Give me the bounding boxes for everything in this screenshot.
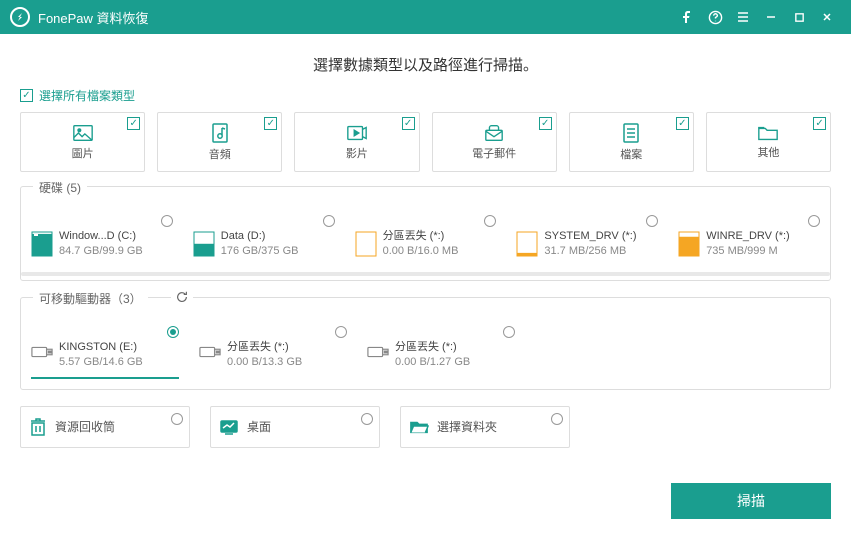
radio-icon [323,215,335,227]
disk-name: 分區丟失 (*:) [383,229,459,244]
disk-drive-2[interactable]: 分區丟失 (*:)0.00 B/16.0 MB [355,215,497,266]
type-icon [757,124,779,142]
disk-icon [355,231,377,257]
drive-name: 分區丟失 (*:) [227,340,302,355]
disk-icon [31,231,53,257]
drive-size: 0.00 B/13.3 GB [227,355,302,370]
drive-name: 分區丟失 (*:) [395,340,470,355]
location-label: 桌面 [247,418,271,435]
type-card-0[interactable]: 圖片 [20,112,145,172]
select-all-checkbox[interactable]: 選擇所有檔案類型 [20,87,831,104]
location-icon [409,419,429,435]
location-icon [29,417,47,437]
location-0[interactable]: 資源回收筒 [20,406,190,448]
checkbox-icon [539,117,552,130]
type-icon [346,123,368,143]
type-label: 圖片 [72,145,94,161]
location-label: 資源回收筒 [55,418,115,435]
removable-legend: 可移動驅動器（3） [33,290,148,307]
type-icon [622,122,640,144]
disk-size: 84.7 GB/99.9 GB [59,244,143,259]
disk-drive-4[interactable]: WINRE_DRV (*:)735 MB/999 M [678,215,820,266]
app-logo-icon [10,7,30,27]
radio-icon [646,215,658,227]
disk-icon [678,231,700,257]
radio-icon [171,413,183,425]
usb-icon [367,342,389,368]
removable-drive-1[interactable]: 分區丟失 (*:)0.00 B/13.3 GB [199,326,347,379]
disk-name: Window...D (C:) [59,229,143,244]
drive-size: 0.00 B/1.27 GB [395,355,470,370]
checkbox-icon [264,117,277,130]
type-label: 影片 [346,145,368,161]
scan-button[interactable]: 掃描 [671,483,831,519]
radio-icon [361,413,373,425]
type-card-1[interactable]: 音頻 [157,112,282,172]
type-icon [72,123,94,143]
radio-icon [484,215,496,227]
type-label: 電子郵件 [472,145,516,161]
app-title: FonePaw 資料恢復 [38,8,673,27]
radio-icon [808,215,820,227]
close-button[interactable] [813,3,841,31]
removable-drive-0[interactable]: KINGSTON (E:)5.57 GB/14.6 GB [31,326,179,379]
disk-size: 0.00 B/16.0 MB [383,244,459,259]
disk-size: 176 GB/375 GB [221,244,299,259]
type-card-2[interactable]: 影片 [294,112,419,172]
disk-size: 31.7 MB/256 MB [544,244,636,259]
type-card-4[interactable]: 檔案 [569,112,694,172]
removable-drive-2[interactable]: 分區丟失 (*:)0.00 B/1.27 GB [367,326,515,379]
scrollbar[interactable] [21,272,830,276]
location-label: 選擇資料夾 [437,418,497,435]
help-icon[interactable] [701,3,729,31]
disk-icon [193,231,215,257]
location-icon [219,419,239,435]
checkbox-icon [127,117,140,130]
disk-name: SYSTEM_DRV (*:) [544,229,636,244]
radio-icon [503,326,515,338]
menu-icon[interactable] [729,3,757,31]
type-label: 其他 [757,144,779,160]
checkbox-icon [813,117,826,130]
usb-icon [31,342,53,368]
disk-drive-0[interactable]: Window...D (C:)84.7 GB/99.9 GB [31,215,173,266]
checkbox-icon [676,117,689,130]
disk-name: Data (D:) [221,229,299,244]
refresh-icon[interactable] [171,290,193,304]
titlebar: FonePaw 資料恢復 [0,0,851,34]
radio-icon [551,413,563,425]
type-label: 檔案 [620,146,642,162]
location-1[interactable]: 桌面 [210,406,380,448]
disk-size: 735 MB/999 M [706,244,790,259]
type-icon [210,122,230,144]
disk-drive-3[interactable]: SYSTEM_DRV (*:)31.7 MB/256 MB [516,215,658,266]
removable-group: 可移動驅動器（3） KINGSTON (E:)5.57 GB/14.6 GB分區… [20,297,831,390]
radio-icon [167,326,179,338]
checkbox-icon [402,117,415,130]
drive-size: 5.57 GB/14.6 GB [59,355,143,370]
type-icon [483,123,505,143]
drive-name: KINGSTON (E:) [59,340,143,355]
facebook-icon[interactable] [673,3,701,31]
maximize-button[interactable] [785,3,813,31]
hard-disks-group: 硬碟 (5) Window...D (C:)84.7 GB/99.9 GBDat… [20,186,831,281]
disk-name: WINRE_DRV (*:) [706,229,790,244]
usb-icon [199,342,221,368]
select-all-label: 選擇所有檔案類型 [39,87,135,104]
minimize-button[interactable] [757,3,785,31]
type-label: 音頻 [209,146,231,162]
location-2[interactable]: 選擇資料夾 [400,406,570,448]
type-card-3[interactable]: 電子郵件 [432,112,557,172]
page-heading: 選擇數據類型以及路徑進行掃描。 [20,54,831,75]
hard-disks-legend: 硬碟 (5) [33,179,87,196]
disk-drive-1[interactable]: Data (D:)176 GB/375 GB [193,215,335,266]
type-card-5[interactable]: 其他 [706,112,831,172]
radio-icon [335,326,347,338]
radio-icon [161,215,173,227]
disk-icon [516,231,538,257]
checkbox-icon [20,89,33,102]
